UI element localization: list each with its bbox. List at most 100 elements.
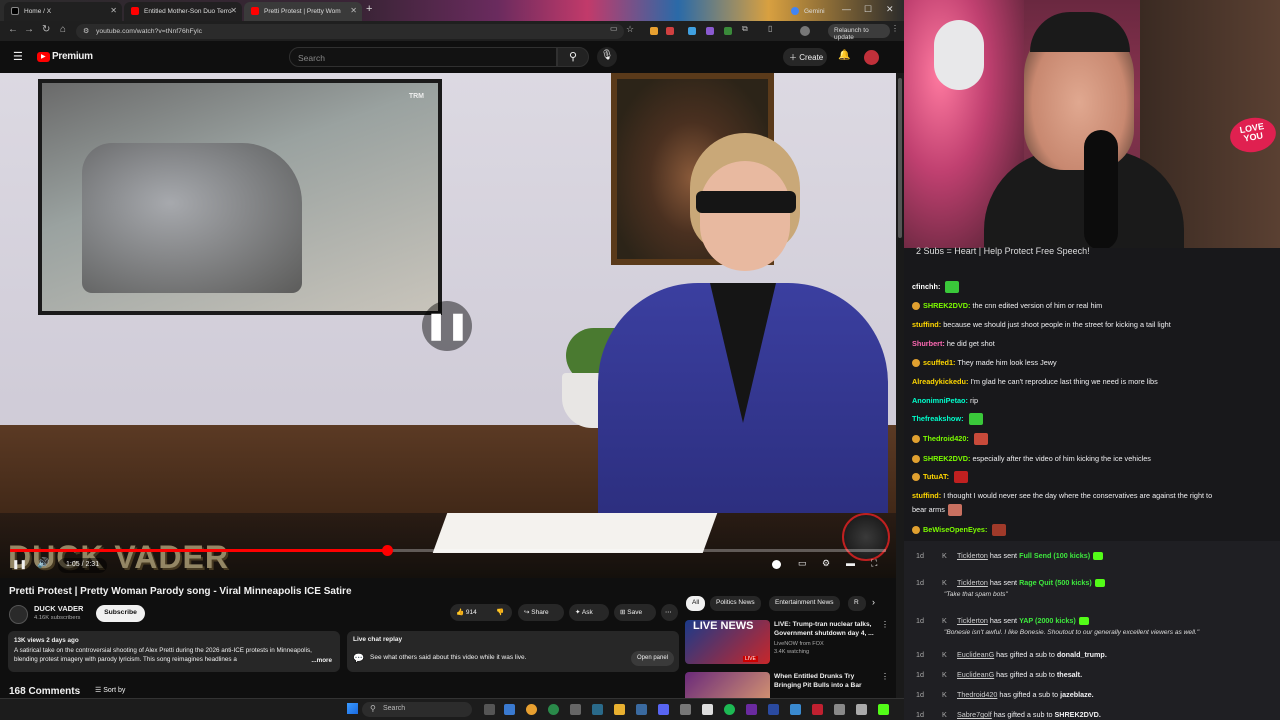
site-info-icon[interactable]: ⚙: [83, 27, 89, 35]
obs-icon[interactable]: [702, 704, 713, 715]
app-icon[interactable]: [856, 704, 867, 715]
chevron-right-icon[interactable]: ›: [872, 597, 875, 607]
profile-avatar-icon[interactable]: [800, 26, 810, 36]
back-arrow-icon[interactable]: ←: [8, 24, 18, 35]
app-icon[interactable]: [768, 704, 779, 715]
tab-gemini[interactable]: Gemini: [784, 2, 834, 21]
more-actions-button[interactable]: ⋯: [661, 604, 678, 621]
open-panel-button[interactable]: Open panel: [631, 651, 675, 666]
chat-username[interactable]: cfinchh:: [912, 282, 940, 291]
notifications-bell-icon[interactable]: 🔔: [838, 50, 850, 61]
subscribe-button[interactable]: Subscribe: [96, 605, 145, 622]
chat-username[interactable]: scuffed1:: [923, 358, 955, 367]
recommendation-item[interactable]: LIVE NEWS LIVE LIVE: Trump-tran nuclear …: [685, 620, 895, 668]
discord-icon[interactable]: [658, 704, 669, 715]
chat-username[interactable]: TutuAT:: [923, 472, 949, 481]
chat-username[interactable]: stuffind:: [912, 320, 941, 329]
app-icon[interactable]: [570, 704, 581, 715]
tab-entitled[interactable]: Entitled Mother-Son Duo Terro ✕: [124, 2, 242, 21]
volume-icon[interactable]: 🔊: [37, 558, 49, 569]
maximize-button[interactable]: ☐: [864, 4, 872, 15]
bookmark-star-icon[interactable]: ☆: [626, 24, 634, 35]
windows-start-icon[interactable]: [347, 703, 358, 714]
folder-icon[interactable]: [614, 704, 625, 715]
home-icon[interactable]: ⌂: [60, 24, 66, 35]
subtitles-icon[interactable]: ▭: [798, 558, 807, 569]
voice-search-button[interactable]: 🎙: [597, 47, 617, 67]
tab-pretti-protest[interactable]: Pretti Protest | Pretty Wom ✕: [244, 2, 362, 21]
close-tab-icon[interactable]: ✕: [350, 6, 357, 15]
create-button[interactable]: ＋ Create: [783, 48, 827, 66]
chip-politics-news[interactable]: Politics News: [710, 596, 761, 611]
spotify-icon[interactable]: [724, 704, 735, 715]
event-username[interactable]: Ticklerton: [957, 551, 988, 560]
chat-username[interactable]: SHREK2DVD:: [923, 454, 970, 463]
event-username[interactable]: Sabre7golf: [957, 710, 992, 719]
chat-username[interactable]: AnonimniPetao:: [912, 396, 968, 405]
hamburger-menu-icon[interactable]: ☰: [13, 50, 23, 63]
search-button[interactable]: ⚲: [557, 47, 589, 67]
extension-icon[interactable]: [666, 27, 674, 35]
chat-username[interactable]: Thefreakshow:: [912, 414, 964, 423]
app-icon[interactable]: [746, 704, 757, 715]
kick-icon[interactable]: [878, 704, 889, 715]
pause-overlay-icon[interactable]: ❚❚: [422, 301, 472, 351]
kebab-menu-icon[interactable]: ⋮: [881, 620, 889, 629]
app-icon[interactable]: [680, 704, 691, 715]
steam-icon[interactable]: [636, 704, 647, 715]
youtube-logo-icon[interactable]: ▶: [37, 52, 50, 62]
fullscreen-icon[interactable]: ⛶: [871, 558, 877, 569]
event-username[interactable]: EuclideanG: [957, 650, 994, 659]
terminal-icon[interactable]: [592, 704, 603, 715]
edge-icon[interactable]: [504, 704, 515, 715]
extension-icon[interactable]: [724, 27, 732, 35]
settings-gear-icon[interactable]: ⚙: [822, 558, 830, 569]
autoplay-toggle-icon[interactable]: [772, 560, 781, 569]
chat-username[interactable]: Shurbert:: [912, 339, 945, 348]
chat-username[interactable]: Thedroid420:: [923, 434, 969, 443]
channel-branding-icon[interactable]: [842, 513, 890, 561]
progress-bar[interactable]: [10, 545, 886, 556]
sort-by-button[interactable]: ☰ Sort by: [95, 686, 125, 694]
app-icon[interactable]: [790, 704, 801, 715]
extension-icon[interactable]: [706, 27, 714, 35]
install-icon[interactable]: ▭: [610, 24, 618, 33]
chat-username[interactable]: Alreadykickedu:: [912, 377, 968, 386]
pause-button-icon[interactable]: ❚❚: [12, 559, 27, 570]
chat-username[interactable]: SHREK2DVD:: [923, 301, 970, 310]
app-icon[interactable]: [812, 704, 823, 715]
channel-name[interactable]: DUCK VADER: [34, 604, 83, 613]
close-tab-icon[interactable]: ✕: [110, 6, 117, 15]
more-link[interactable]: ...more: [311, 655, 332, 665]
channel-avatar[interactable]: [9, 605, 28, 624]
chat-username[interactable]: BeWiseOpenEyes:: [923, 525, 987, 534]
kebab-menu-icon[interactable]: ⋮: [881, 672, 889, 681]
tab-home-x[interactable]: Home / X ✕: [4, 2, 122, 21]
puzzle-icon[interactable]: ⧉: [742, 24, 748, 34]
reload-icon[interactable]: ↻: [42, 24, 50, 35]
dislike-button[interactable]: 👎: [490, 604, 512, 621]
close-window-button[interactable]: ✕: [886, 4, 894, 15]
chip-entertainment-news[interactable]: Entertainment News: [769, 596, 840, 611]
recommendation-thumbnail[interactable]: LIVE NEWS LIVE: [685, 620, 770, 664]
chat-username[interactable]: stuffind:: [912, 491, 941, 500]
url-field[interactable]: ⚙ youtube.com/watch?v=tNnf76hFylc: [76, 24, 624, 39]
search-input[interactable]: Search: [289, 47, 557, 67]
chip-all[interactable]: All: [686, 596, 706, 611]
extension-icon[interactable]: [688, 27, 696, 35]
kebab-menu-icon[interactable]: ⋮: [891, 24, 899, 33]
event-username[interactable]: EuclideanG: [957, 670, 994, 679]
account-avatar[interactable]: [864, 50, 879, 65]
event-username[interactable]: Ticklerton: [957, 616, 988, 625]
chrome-icon[interactable]: [548, 704, 559, 715]
ask-button[interactable]: ✦ Ask: [569, 604, 609, 621]
sidebar-icon[interactable]: ▯: [768, 24, 772, 33]
like-button[interactable]: 👍 914: [450, 604, 490, 621]
app-icon[interactable]: [834, 704, 845, 715]
page-scrollbar[interactable]: [896, 73, 904, 705]
event-username[interactable]: Ticklerton: [957, 578, 988, 587]
description-box[interactable]: 13K views 2 days ago A satirical take on…: [8, 631, 340, 672]
premium-logo[interactable]: Premium: [52, 51, 93, 62]
close-tab-icon[interactable]: ✕: [230, 6, 237, 15]
chrome-icon[interactable]: [526, 704, 537, 715]
